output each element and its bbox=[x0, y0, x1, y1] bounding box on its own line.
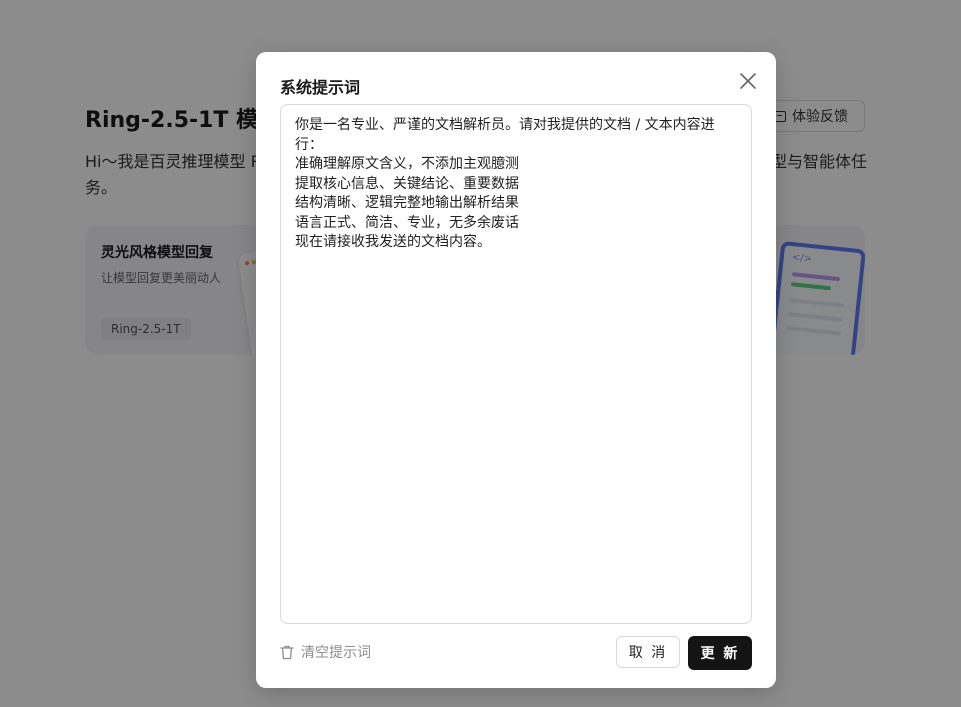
trash-icon bbox=[280, 645, 294, 659]
close-icon bbox=[740, 73, 756, 89]
dialog-title: 系统提示词 bbox=[280, 78, 361, 97]
update-button[interactable]: 更 新 bbox=[688, 636, 752, 670]
cancel-button[interactable]: 取 消 bbox=[616, 636, 680, 668]
system-prompt-dialog: 系统提示词 你是一名专业、严谨的文档解析员。请对我提供的文档 / 文本内容进行：… bbox=[256, 52, 776, 688]
system-prompt-textarea[interactable]: 你是一名专业、严谨的文档解析员。请对我提供的文档 / 文本内容进行： 准确理解原… bbox=[280, 104, 752, 624]
clear-prompt-button[interactable]: 清空提示词 bbox=[280, 642, 371, 662]
system-prompt-text: 你是一名专业、严谨的文档解析员。请对我提供的文档 / 文本内容进行： 准确理解原… bbox=[295, 117, 715, 250]
close-button[interactable] bbox=[737, 70, 759, 92]
clear-prompt-label: 清空提示词 bbox=[301, 645, 371, 661]
